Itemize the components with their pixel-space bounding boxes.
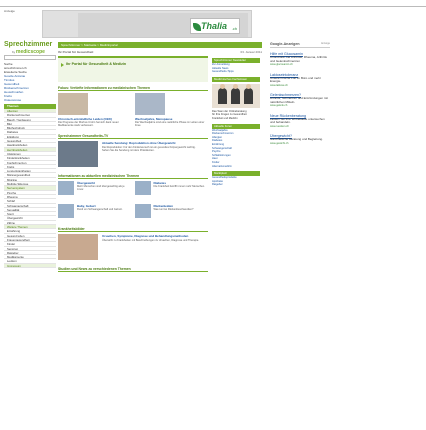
ad-item[interactable]: Hilfe mit Glucosamin Chondroitin bei Arth… bbox=[270, 52, 330, 67]
tv-item[interactable]: Aktuelle Sendung: Reproduktion ohne Über… bbox=[58, 141, 208, 171]
ad-body: Lassen Sie Ihre Wirbelsäule untersuchen … bbox=[270, 116, 325, 125]
market-link[interactable]: Ratgeber bbox=[212, 183, 260, 187]
hero-box: Ihr Portal für Gesundheit & Medizin bbox=[58, 56, 208, 82]
sidebar-link[interactable]: Osteoporose bbox=[4, 98, 56, 101]
right-sidebar: Sprechzimmer Newsletter Zur Anmeldung Ak… bbox=[212, 58, 260, 190]
market-box: Marktplatz Gesundheitsprodukte Apotheke … bbox=[212, 171, 260, 187]
news-image[interactable] bbox=[58, 181, 74, 195]
focus-card-body: Die Prognose der Morbus Crohn hat sich d… bbox=[58, 121, 119, 127]
news-section: Informationen zu aktuellen medizinischen… bbox=[58, 174, 208, 224]
news-item[interactable]: Rückenleiden Was tun bei Rückenbeschwerde… bbox=[134, 204, 209, 224]
search-label: Suche bbox=[4, 62, 13, 65]
focus-image[interactable] bbox=[58, 93, 88, 115]
news-body: Die Krankheit betrifft immer mehr Mensch… bbox=[153, 185, 205, 188]
thalia-brand: Thalia bbox=[201, 21, 228, 31]
ads-title: Google-Anzeigen bbox=[270, 42, 300, 46]
date: 03. Januar 2011 bbox=[240, 50, 262, 54]
sidebar-link[interactable]: Google Anzeige bbox=[4, 74, 56, 77]
google-ads: Anzeige Google-Anzeigen Hilfe mit Glucosa… bbox=[270, 42, 330, 151]
arrow-icon bbox=[61, 63, 64, 67]
ad-item[interactable]: Übergewicht? Ganzheitliche Beratung und B… bbox=[270, 134, 330, 145]
forum-box: Aktuelle Foren Wechseljahre Rückenschmerz… bbox=[212, 123, 260, 169]
team-photo[interactable] bbox=[212, 83, 260, 108]
focus-image[interactable] bbox=[135, 93, 165, 115]
ad-item[interactable]: Neue Rückenberatung Lassen Sie Ihre Wirbe… bbox=[270, 114, 330, 129]
ad-url[interactable]: www.glucosamin.ch bbox=[270, 63, 330, 66]
tagline-prefix: by bbox=[12, 50, 16, 54]
top-divider bbox=[0, 6, 426, 7]
ad-url[interactable]: www.ruecken.ch bbox=[270, 125, 330, 128]
news-body: Mehr Menschen sind übergewichtig als je … bbox=[77, 185, 125, 191]
sidebar-link[interactable]: Rückenschmerzen bbox=[4, 86, 56, 89]
site-logo[interactable]: Sprechzimmer bbox=[4, 41, 52, 48]
date-line: Ihr Portal für Gesundheit 03. Januar 2011 bbox=[58, 50, 262, 54]
news-item[interactable]: Baby, Geburt Rund um Schwangerschaft und … bbox=[58, 204, 132, 224]
focus-card[interactable]: Wechseljahre, Menopause Die Wechseljahre… bbox=[135, 93, 208, 131]
news-item[interactable]: Übergewicht Mehr Menschen sind übergewich… bbox=[58, 181, 132, 201]
studies-section: Studien und News zu verschiedenen Themen bbox=[58, 267, 208, 272]
nav-item[interactable]: Impressum bbox=[4, 263, 56, 268]
sidebar-link[interactable]: Krebs bbox=[4, 94, 56, 97]
ad-banner[interactable]: Thalia .ch bbox=[42, 10, 252, 38]
ad-item[interactable]: Gelenkschmerzen? Arthritis, Schmerzen und… bbox=[270, 93, 330, 108]
ads-subheading: Anzeige bbox=[320, 42, 330, 45]
news-image[interactable] bbox=[134, 181, 151, 195]
ad-label: Anzeige bbox=[4, 9, 15, 13]
symptoms-item[interactable]: Ursachen, Symptome, Diagnose und Behandl… bbox=[58, 234, 208, 264]
news-body: Rund um Schwangerschaft und Geburt. bbox=[77, 208, 123, 211]
thalia-logo[interactable]: Thalia .ch bbox=[190, 18, 240, 34]
leaf-icon bbox=[193, 23, 201, 31]
main-content: Ihr Portal für Gesundheit & Medizin Foku… bbox=[58, 56, 208, 275]
tv-section: Sprechzimmer Gesundheits-TV Aktuelle Sen… bbox=[58, 134, 208, 171]
tv-heading: Sprechzimmer Gesundheits-TV bbox=[58, 134, 208, 139]
focus-card[interactable]: Chronisch-entzündliche Leiden (CED) Die … bbox=[58, 93, 131, 131]
banner-background: Thalia .ch bbox=[78, 13, 248, 37]
symptoms-title[interactable]: Ursachen, Symptome, Diagnose und Behandl… bbox=[102, 234, 188, 238]
news-body: Was tun bei Rückenbeschwerden? bbox=[153, 208, 194, 211]
thalia-suffix: .ch bbox=[231, 26, 237, 31]
tv-item-body: Die Reproduktion: Für den Kinderwunsch i… bbox=[102, 146, 196, 152]
ad-url[interactable]: www.laktose.ch bbox=[270, 84, 330, 87]
symptoms-section: Krankheitsbilder Ursachen, Symptome, Dia… bbox=[58, 227, 208, 264]
sidebar-link[interactable]: Gesundheit bbox=[4, 82, 56, 85]
newsletter-link[interactable]: Gesundheits-Tipps bbox=[212, 70, 260, 74]
expert-box: Medizinisches Fachwissen Das Team der On… bbox=[212, 76, 260, 121]
studies-heading: Studien und News zu verschiedenen Themen bbox=[58, 267, 208, 272]
symptoms-image[interactable] bbox=[58, 234, 98, 260]
news-image[interactable] bbox=[58, 204, 74, 218]
ad-item[interactable]: Laktoseintoleranz Unsere Frische Luft im … bbox=[270, 73, 330, 88]
search-input[interactable] bbox=[4, 55, 56, 60]
advanced-search-link[interactable]: Erweiterte Suche bbox=[4, 70, 56, 73]
sidebar-link[interactable]: Heuschnupfen bbox=[4, 90, 56, 93]
news-item[interactable]: Diabetes Die Krankheit betrifft immer meh… bbox=[134, 181, 209, 201]
ads-heading: Anzeige Google-Anzeigen bbox=[270, 42, 330, 48]
expert-heading: Medizinisches Fachwissen bbox=[212, 76, 260, 82]
doctor-figure bbox=[218, 83, 227, 104]
date-line-label: Ihr Portal für Gesundheit bbox=[58, 50, 94, 54]
symptoms-body: Übersicht zu Krankheiten mit Beschreibun… bbox=[102, 239, 199, 242]
focus-section: Fokus: Vertiefte Informationen zu medizi… bbox=[58, 86, 208, 131]
logo-text: Sprechzimmer bbox=[4, 41, 53, 48]
ad-url[interactable]: www.gelenk.ch bbox=[270, 104, 330, 107]
news-image[interactable] bbox=[134, 204, 151, 218]
news-heading: Informationen zu aktuellen medizinischen… bbox=[58, 174, 208, 179]
ad-body: Unsere Frische Luft im Büro und mehr Ene… bbox=[270, 75, 321, 84]
search-scope[interactable]: sprechzimmer.ch bbox=[4, 66, 56, 69]
video-thumbnail[interactable] bbox=[58, 141, 98, 167]
page: Anzeige Thalia .ch Sprechzimmer by medic… bbox=[0, 0, 426, 430]
expert-text: Krankheit und Medizin bbox=[212, 116, 238, 120]
sidebar-link[interactable]: Tinnitus bbox=[4, 78, 56, 81]
doctor-figure bbox=[231, 83, 240, 104]
symptoms-heading: Krankheitsbilder bbox=[58, 227, 208, 232]
ad-url[interactable]: www.gewicht.ch bbox=[270, 142, 330, 145]
forum-link[interactable]: Alternativmedizin bbox=[212, 165, 260, 169]
focus-card-body: Die Wechseljahre sind eine natürliche Ph… bbox=[135, 121, 205, 127]
doctor-figure bbox=[244, 83, 253, 104]
focus-heading: Fokus: Vertiefte Informationen zu medizi… bbox=[58, 86, 208, 91]
hero-title: Ihr Portal für Gesundheit & Medizin bbox=[66, 62, 127, 66]
tv-item-title[interactable]: Aktuelle Sendung: Reproduktion ohne Über… bbox=[102, 141, 176, 145]
left-sidebar: Suche sprechzimmer.ch Erweiterte Suche G… bbox=[4, 55, 56, 268]
breadcrumb-bar: Sprechzimmer > Startseite > Medizinporta… bbox=[58, 42, 262, 48]
newsletter-box: Sprechzimmer Newsletter Zur Anmeldung Ak… bbox=[212, 58, 260, 74]
